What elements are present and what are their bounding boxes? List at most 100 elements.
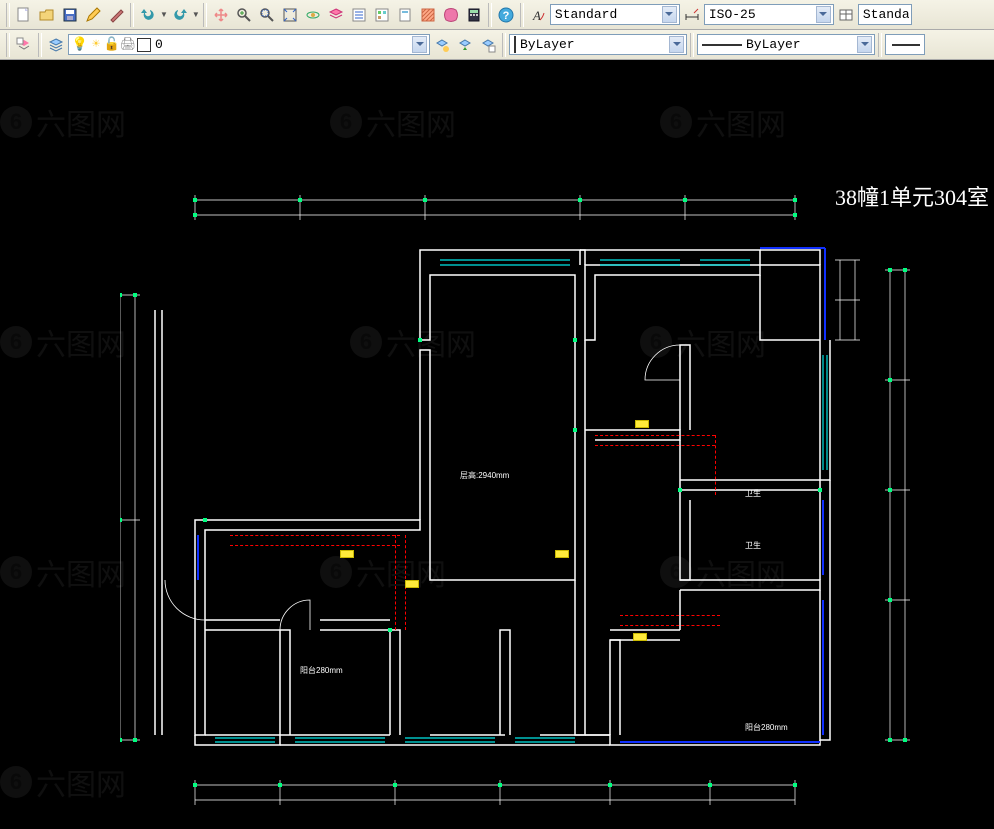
grip[interactable]: [520, 3, 524, 27]
zoom-extents-button[interactable]: [279, 4, 301, 26]
dim-style-value: ISO-25: [709, 7, 812, 22]
calc-button[interactable]: [463, 4, 485, 26]
chevron-down-icon[interactable]: [662, 6, 677, 23]
redo-dropdown[interactable]: ▼: [192, 10, 200, 19]
undo-icon: [140, 7, 156, 23]
redo-button[interactable]: [169, 4, 191, 26]
lineweight-icon: [892, 44, 920, 46]
toolbar-standard: ▼ ▼ ? A Stand: [0, 0, 994, 30]
hatch-icon: [420, 7, 436, 23]
zoom-in-button[interactable]: [233, 4, 255, 26]
dimension-lines-right-upper: [835, 260, 860, 340]
open-button[interactable]: [36, 4, 58, 26]
demolition-line: [395, 535, 396, 630]
properties-button[interactable]: [348, 4, 370, 26]
dimension-lines-left: [120, 295, 140, 740]
new-file-button[interactable]: [13, 4, 35, 26]
floorplan-drawing: [120, 180, 940, 820]
plot-icon: 🖨: [121, 38, 135, 52]
chevron-down-icon[interactable]: [412, 36, 427, 53]
pencil-button[interactable]: [82, 4, 104, 26]
tag-marker: [633, 633, 647, 641]
layer-combo[interactable]: 💡 ☀ 🔓 🖨 0: [68, 34, 430, 55]
demolition-line: [230, 545, 400, 546]
room-label: 阳台280mm: [300, 665, 343, 676]
svg-text:?: ?: [502, 10, 509, 22]
chevron-down-icon[interactable]: [816, 6, 831, 23]
table-style-combo[interactable]: Standa: [858, 4, 912, 25]
pencil-icon: [85, 7, 101, 23]
layer-state-icon: [480, 37, 496, 53]
save-button[interactable]: [59, 4, 81, 26]
demolition-line: [595, 445, 715, 446]
grip[interactable]: [6, 3, 10, 27]
tag-marker: [340, 550, 354, 558]
text-style-combo[interactable]: Standard: [550, 4, 680, 25]
zoom-window-button[interactable]: [256, 4, 278, 26]
table-style-icon: [838, 7, 854, 23]
region-button[interactable]: [440, 4, 462, 26]
table-style-button[interactable]: [835, 4, 857, 26]
chevron-down-icon[interactable]: [669, 36, 684, 53]
separator: [488, 3, 492, 27]
balcony-lines: [198, 248, 825, 742]
undo-dropdown[interactable]: ▼: [160, 10, 168, 19]
dim-style-icon: [684, 7, 700, 23]
grip[interactable]: [38, 33, 42, 57]
dim-style-button[interactable]: [681, 4, 703, 26]
blocks-button[interactable]: [371, 4, 393, 26]
lightbulb-icon: 💡: [73, 38, 87, 52]
toolbar-layers: 💡 ☀ 🔓 🖨 0 ByLayer ByLayer: [0, 30, 994, 60]
doors: [165, 345, 680, 630]
hatch-button[interactable]: [417, 4, 439, 26]
layer-name-value: 0: [155, 37, 408, 52]
grip[interactable]: [878, 33, 882, 57]
brush-button[interactable]: [105, 4, 127, 26]
dimension-lines-bottom: [195, 780, 795, 805]
undo-button[interactable]: [137, 4, 159, 26]
pan-button[interactable]: [210, 4, 232, 26]
color-swatch-icon: [514, 37, 516, 52]
separator: [130, 3, 134, 27]
tag-marker: [635, 420, 649, 428]
watermark: 六图网: [660, 100, 786, 144]
linetype-combo[interactable]: ByLayer: [697, 34, 875, 55]
color-combo[interactable]: ByLayer: [509, 34, 687, 55]
walls: [155, 250, 830, 745]
pan-icon: [213, 7, 229, 23]
watermark: 六图网: [0, 550, 126, 594]
color-value: ByLayer: [520, 37, 665, 52]
watermark: 六图网: [0, 760, 126, 804]
layer-state-button[interactable]: [477, 34, 499, 56]
lineweight-combo[interactable]: [885, 34, 925, 55]
grip[interactable]: [690, 33, 694, 57]
layer-filter-button[interactable]: [45, 34, 67, 56]
watermark: 六图网: [0, 320, 126, 364]
text-style-value: Standard: [555, 7, 658, 22]
layer-manager-button[interactable]: [13, 34, 35, 56]
watermark: 六图网: [330, 100, 456, 144]
table-style-value: Standa: [863, 7, 909, 22]
layers-icon: [328, 7, 344, 23]
layer-match-button[interactable]: [431, 34, 453, 56]
layer-stack-icon: [48, 37, 64, 53]
dim-style-combo[interactable]: ISO-25: [704, 4, 834, 25]
layers-button[interactable]: [325, 4, 347, 26]
grip[interactable]: [502, 33, 506, 57]
layer-status-icons: 💡 ☀ 🔓 🖨: [73, 38, 151, 52]
layer-prev-button[interactable]: [454, 34, 476, 56]
text-style-button[interactable]: A: [527, 4, 549, 26]
grip[interactable]: [6, 33, 10, 57]
open-icon: [39, 7, 55, 23]
chevron-down-icon[interactable]: [857, 36, 872, 53]
layer-pick-icon: [434, 37, 450, 53]
sheet-button[interactable]: [394, 4, 416, 26]
demolition-line: [620, 615, 720, 616]
dim-ticks-top: [193, 198, 797, 217]
model-space-canvas[interactable]: 六图网 六图网 六图网 六图网 六图网 六图网 六图网 六图网 六图网 六图网 …: [0, 60, 994, 829]
dim-ticks-left: [120, 293, 137, 742]
room-label: 卫生: [745, 540, 761, 551]
orbit-button[interactable]: [302, 4, 324, 26]
lock-icon: 🔓: [105, 38, 119, 52]
help-button[interactable]: ?: [495, 4, 517, 26]
